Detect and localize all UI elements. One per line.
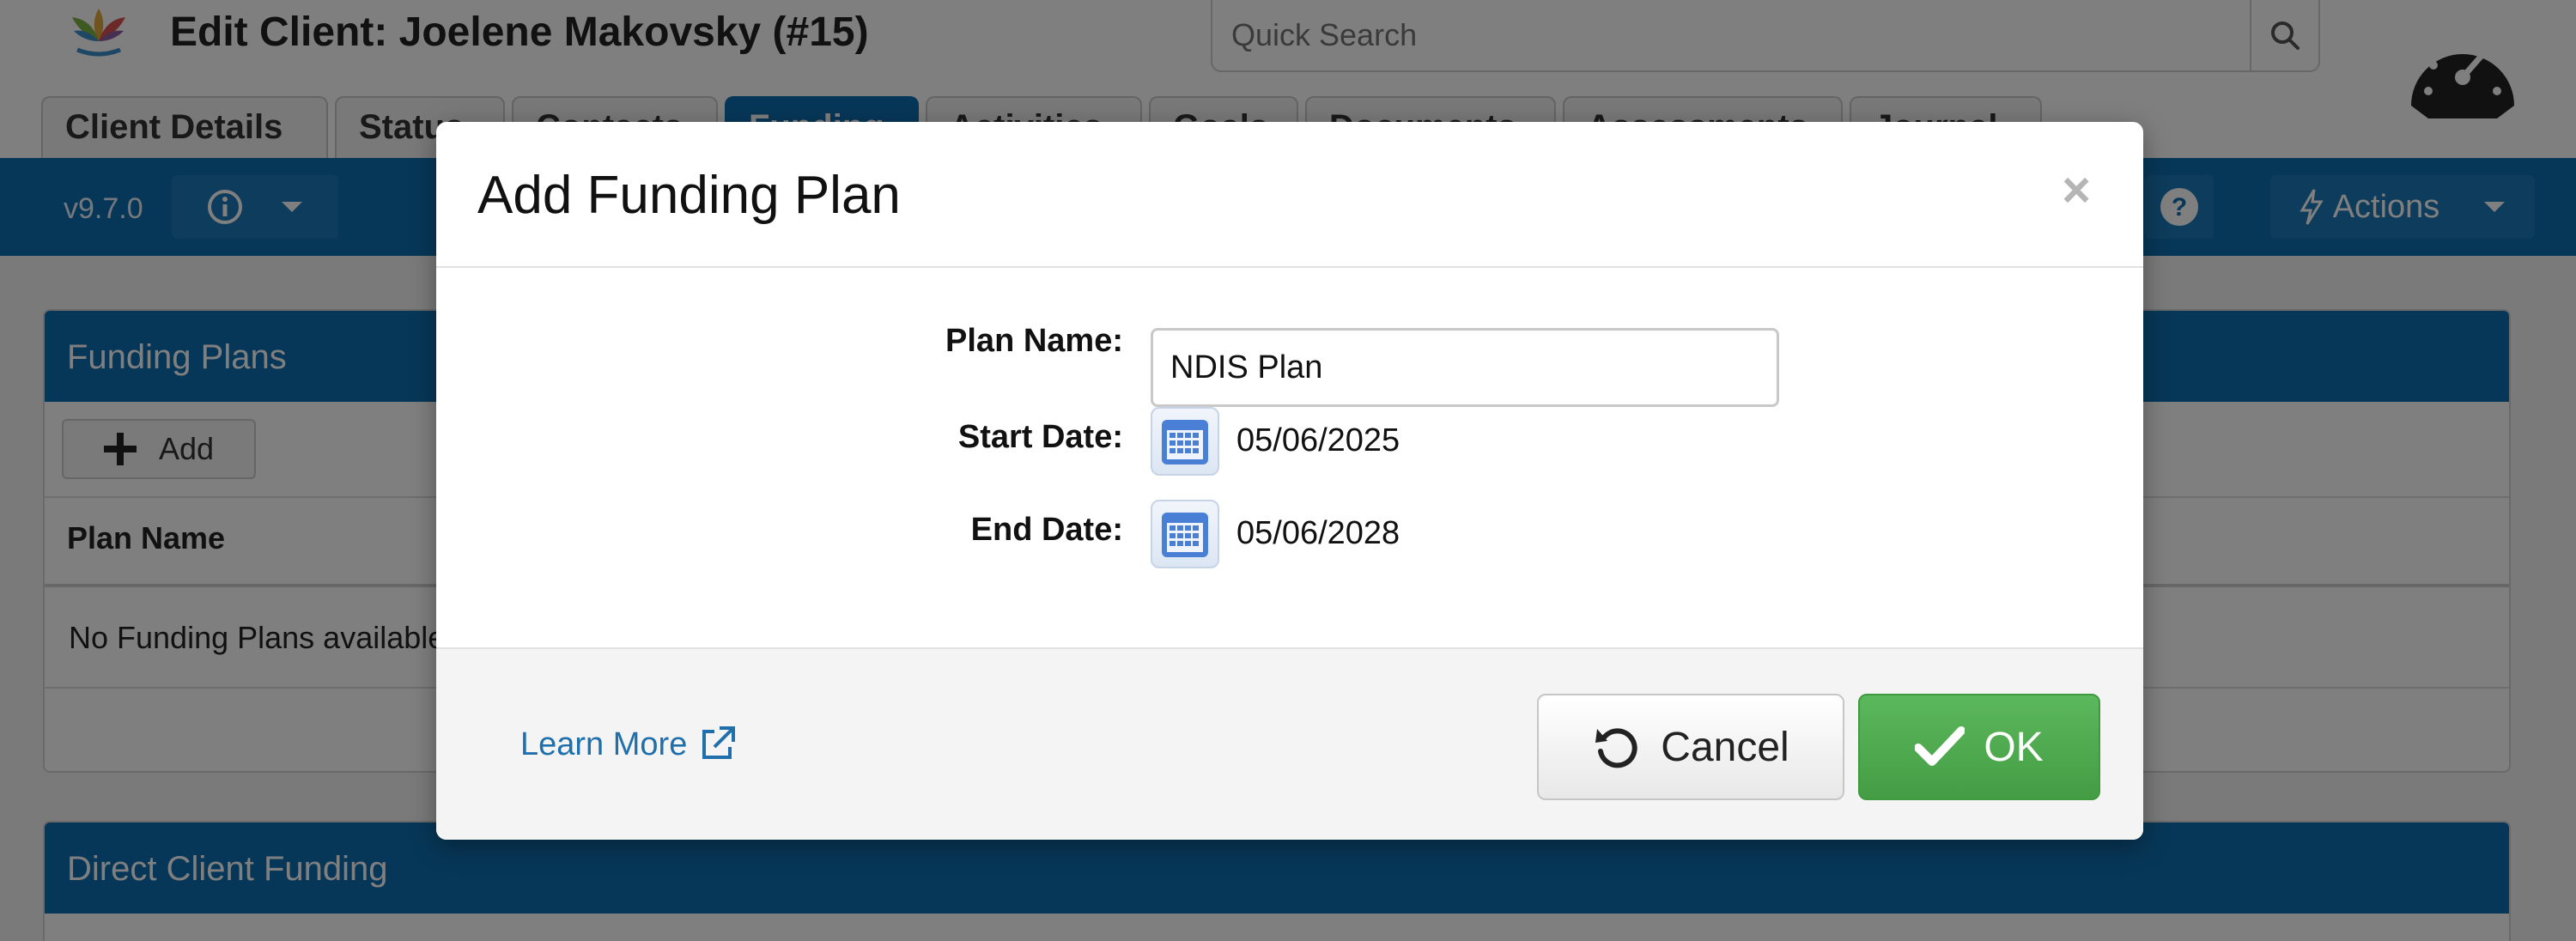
cancel-button[interactable]: Cancel [1537, 694, 1844, 800]
calendar-icon [1162, 513, 1208, 557]
end-date-picker-button[interactable] [1151, 500, 1219, 568]
undo-icon [1595, 728, 1637, 768]
ok-button[interactable]: OK [1858, 694, 2100, 800]
modal-title: Add Funding Plan [477, 166, 901, 225]
end-date-value[interactable]: 05/06/2028 [1236, 515, 1400, 552]
start-date-picker-button[interactable] [1151, 407, 1219, 476]
close-icon[interactable]: × [2057, 165, 2095, 216]
learn-more-label: Learn More [520, 725, 688, 762]
modal-header: Add Funding Plan × [436, 122, 2143, 268]
external-link-icon [702, 726, 736, 759]
checkmark-icon [1915, 726, 1965, 766]
start-date-value[interactable]: 05/06/2025 [1236, 422, 1400, 459]
plan-name-input[interactable] [1151, 328, 1779, 407]
add-funding-plan-modal: Add Funding Plan × Plan Name: Start Date… [436, 122, 2143, 840]
cancel-label: Cancel [1661, 724, 1789, 770]
learn-more-link[interactable]: Learn More [520, 725, 737, 764]
ok-label: OK [1984, 724, 2044, 770]
modal-footer: Learn More Cancel OK [436, 647, 2143, 840]
calendar-icon [1162, 420, 1208, 464]
start-date-label: Start Date: [957, 419, 1123, 455]
end-date-label: End Date: [970, 512, 1123, 548]
plan-name-label: Plan Name: [945, 323, 1123, 359]
